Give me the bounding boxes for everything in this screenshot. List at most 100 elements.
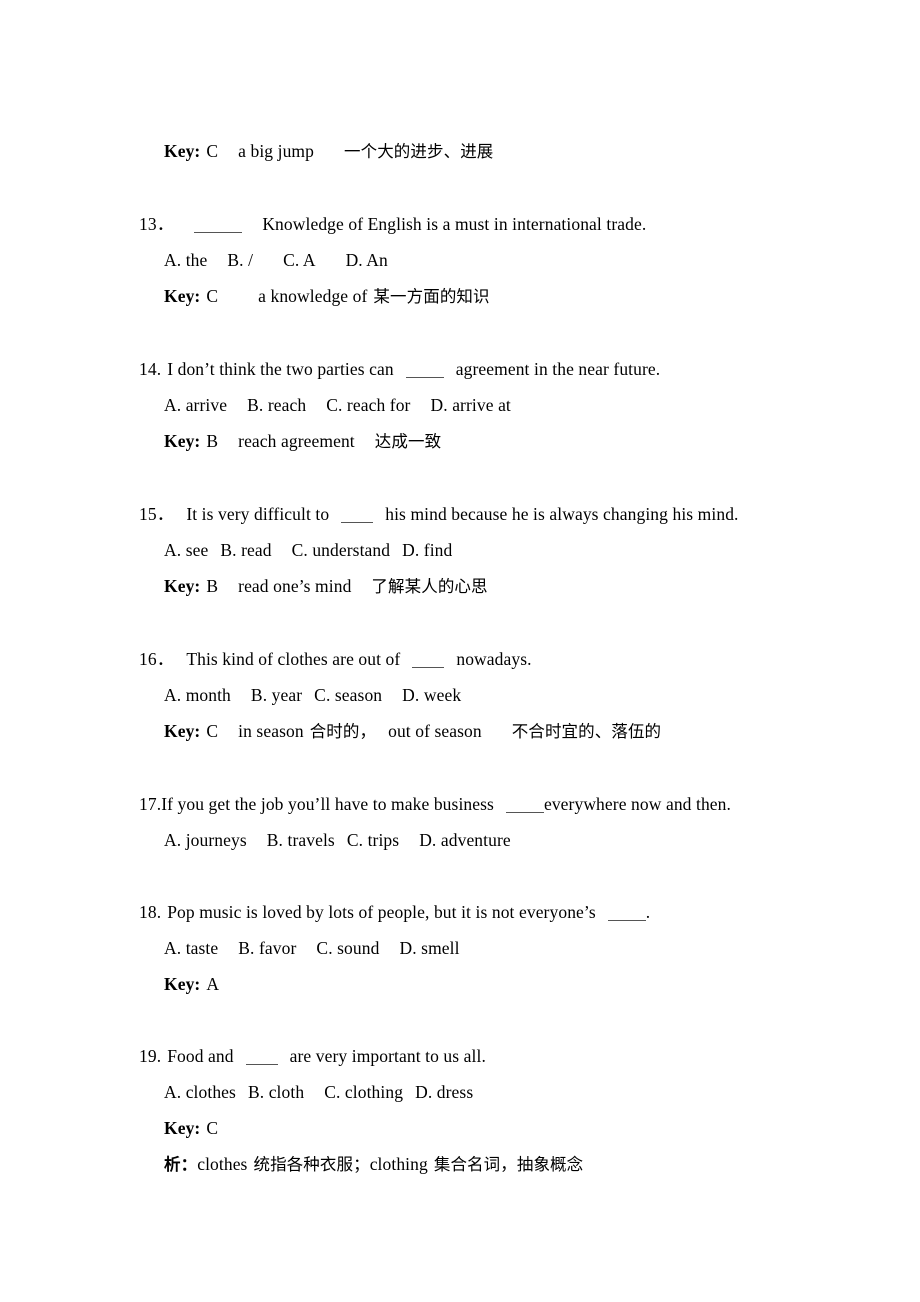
question-number: 14. (139, 359, 162, 379)
analysis-line: 析：clothes 统指各种衣服；clothing 集合名词，抽象概念 (164, 1146, 839, 1183)
document-body: Key: Ca big jump 一个大的进步、进展 13． Knowledge of… (139, 133, 839, 1183)
answer-blank (405, 365, 444, 378)
document-page: Key: Ca big jump 一个大的进步、进展 13． Knowledge of… (0, 0, 920, 1302)
key-line: Key: Cin season 合时的， out of season 不合时宜的、落伍的 (164, 713, 839, 750)
option-c[interactable]: C. understand (292, 532, 391, 568)
question-block-16: 16． This kind of clothes are out of nowada… (139, 641, 839, 750)
key-prefix-label: Key: (164, 1118, 201, 1138)
option-b[interactable]: B. cloth (248, 1074, 304, 1110)
question-number: 13． (139, 214, 175, 234)
option-a[interactable]: A. see (164, 532, 208, 568)
key-english-note-2: out of season (388, 721, 482, 741)
key-prefix-label: Key: (164, 431, 201, 451)
question-stem-text-before: If you get the job you’ll have to make b… (161, 794, 494, 814)
answer-blank (607, 908, 646, 921)
key-letter: C (206, 1118, 219, 1138)
option-b[interactable]: B. year (251, 677, 302, 713)
question-stem-text-before: Pop music is loved by lots of people, bu… (167, 902, 596, 922)
key-prefix-label: Key: (164, 721, 201, 741)
option-d[interactable]: D. arrive at (431, 387, 511, 423)
question-stem-text: Knowledge of English is a must in intern… (262, 214, 647, 234)
option-b[interactable]: B. / (227, 242, 253, 278)
question-stem-text-after: agreement in the near future. (455, 359, 661, 379)
question-number: 17. (139, 794, 162, 814)
options-line: A. arrive B. reach C. reach for D. arrive a… (164, 387, 839, 423)
option-b[interactable]: B. reach (247, 387, 306, 423)
option-a[interactable]: A. journeys (164, 822, 247, 858)
key-line: Key: Ca big jump 一个大的进步、进展 (164, 133, 839, 170)
option-d[interactable]: D. dress (415, 1074, 473, 1110)
option-b[interactable]: B. favor (238, 930, 296, 966)
option-a[interactable]: A. clothes (164, 1074, 236, 1110)
key-letter: A (206, 974, 220, 994)
option-b[interactable]: B. travels (267, 822, 335, 858)
option-d[interactable]: D. week (402, 677, 461, 713)
question-stem-text-before: This kind of clothes are out of (186, 649, 401, 669)
key-chinese-note: 达成一致 (374, 432, 442, 451)
option-a[interactable]: A. month (164, 677, 231, 713)
key-chinese-note: 了解某人的心思 (371, 577, 488, 596)
answer-blank (412, 655, 445, 668)
options-line: A. month B. year C. season D. week (164, 677, 839, 713)
analysis-english-2: clothing (369, 1154, 428, 1174)
question-stem: 18. Pop music is loved by lots of people,… (139, 894, 839, 930)
analysis-english-1: clothes (197, 1154, 248, 1174)
key-letter: B (206, 431, 219, 451)
question-stem-text-after: everywhere now and then. (543, 794, 732, 814)
option-a[interactable]: A. taste (164, 930, 218, 966)
key-letter: B (206, 576, 219, 596)
option-c[interactable]: C. A (283, 242, 316, 278)
answer-blank (194, 220, 243, 233)
answer-blank (245, 1052, 278, 1065)
question-stem: 15． It is very difficult to his mind becau… (139, 496, 839, 532)
question-stem: 14. I don’t think the two parties can agre… (139, 351, 839, 387)
question-block-15: 15． It is very difficult to his mind becau… (139, 496, 839, 605)
option-c[interactable]: C. sound (316, 930, 379, 966)
question-stem-text-before: It is very difficult to (186, 504, 330, 524)
option-c[interactable]: C. season (314, 677, 382, 713)
question-stem: 13． Knowledge of English is a must in int… (139, 206, 839, 242)
option-a[interactable]: A. the (164, 242, 207, 278)
option-a[interactable]: A. arrive (164, 387, 227, 423)
key-prefix-label: Key: (164, 974, 201, 994)
key-chinese-note: 合时的， (309, 722, 377, 741)
answer-blank (505, 800, 544, 813)
key-line: Key: Breach agreement 达成一致 (164, 423, 839, 460)
key-english-note: a knowledge of (258, 286, 368, 306)
options-line: A. taste B. favor C. sound D. smell (164, 930, 839, 966)
key-chinese-note-2: 不合时宜的、落伍的 (511, 722, 662, 741)
question-number: 19. (139, 1046, 162, 1066)
key-letter: C (206, 721, 219, 741)
option-c[interactable]: C. clothing (324, 1074, 403, 1110)
options-line: A. see B. read C. understand D. find (164, 532, 839, 568)
analysis-chinese-2: 集合名词，抽象概念 (433, 1155, 584, 1174)
question-stem: 19. Food and are very important to us all. (139, 1038, 839, 1074)
leading-answer-block: Key: Ca big jump 一个大的进步、进展 (139, 133, 839, 170)
key-prefix-label: Key: (164, 576, 201, 596)
key-english-note: read one’s mind (238, 576, 352, 596)
option-c[interactable]: C. reach for (326, 387, 410, 423)
key-english-note: a big jump (238, 141, 314, 161)
key-letter: C (206, 141, 219, 161)
option-c[interactable]: C. trips (347, 822, 399, 858)
question-stem-text-after: nowadays. (456, 649, 532, 669)
question-stem-text-before: I don’t think the two parties can (167, 359, 394, 379)
option-d[interactable]: D. find (402, 532, 452, 568)
key-chinese-note: 一个大的进步、进展 (344, 142, 494, 161)
question-number: 15． (139, 504, 175, 524)
key-line: Key: Bread one’s mind 了解某人的心思 (164, 568, 839, 605)
option-d[interactable]: D. smell (399, 930, 459, 966)
option-b[interactable]: B. read (220, 532, 271, 568)
question-stem-text-before: Food and (167, 1046, 234, 1066)
option-d[interactable]: D. An (346, 242, 388, 278)
question-block-14: 14. I don’t think the two parties can agre… (139, 351, 839, 460)
question-block-17: 17.If you get the job you’ll have to mak… (139, 786, 839, 858)
analysis-prefix-label: 析： (164, 1155, 198, 1174)
key-line: Key: Ca knowledge of 某一方面的知识 (164, 278, 839, 315)
option-d[interactable]: D. adventure (419, 822, 511, 858)
question-number: 16． (139, 649, 175, 669)
question-stem-text-after: . (645, 902, 651, 922)
question-block-18: 18. Pop music is loved by lots of people,… (139, 894, 839, 1002)
key-chinese-note: 某一方面的知识 (373, 287, 490, 306)
key-line: Key: A (164, 966, 839, 1002)
